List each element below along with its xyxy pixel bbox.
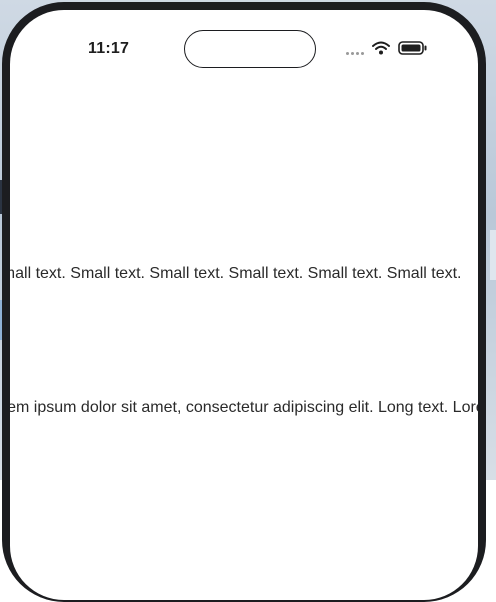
long-text-row: Lorem ipsum dolor sit amet, consectetur … xyxy=(10,396,478,420)
dynamic-island xyxy=(184,30,316,68)
phone-frame: 11:17 all text. Small text. Small text. … xyxy=(2,2,486,602)
small-text-label: Small text. Small text. Small text. Smal… xyxy=(10,265,462,282)
phone-screen: 11:17 all text. Small text. Small text. … xyxy=(10,10,478,600)
status-time: 11:17 xyxy=(88,40,130,57)
wifi-icon xyxy=(372,41,390,60)
battery-icon xyxy=(398,40,428,60)
backdrop-window-edge xyxy=(490,230,496,280)
status-bar: 11:17 xyxy=(10,10,478,90)
long-text-label: Lorem ipsum dolor sit amet, consectetur … xyxy=(10,399,478,416)
status-icons xyxy=(346,40,428,60)
cellular-signal-icon xyxy=(346,51,364,55)
screen-content: Small text. Small text. Small text. Smal… xyxy=(10,90,478,600)
small-text-row: Small text. Small text. Small text. Smal… xyxy=(10,262,478,286)
